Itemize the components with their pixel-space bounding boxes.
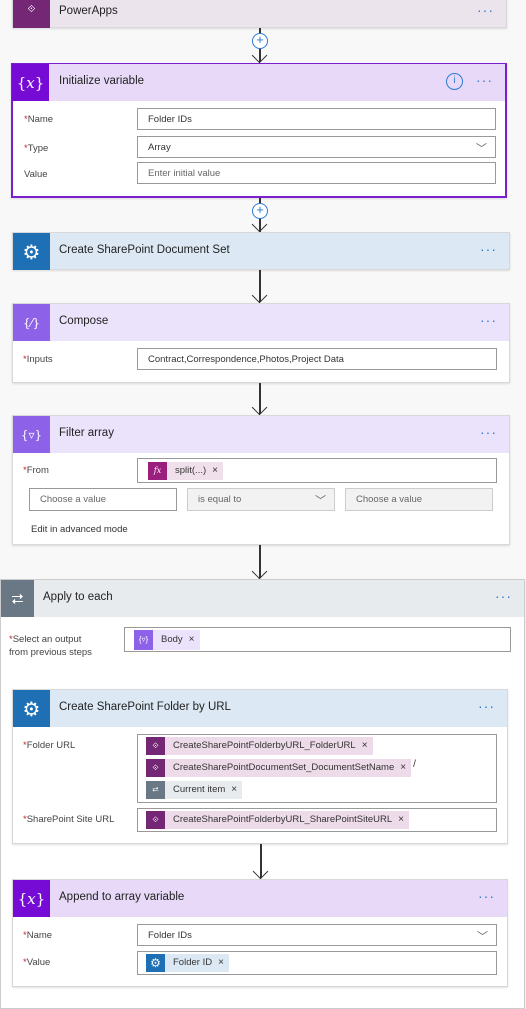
insert-step-button[interactable]: +: [252, 33, 268, 49]
name-label: Name: [27, 114, 54, 125]
more-options-button[interactable]: ···: [480, 312, 497, 328]
more-options-button[interactable]: ···: [476, 72, 493, 88]
loop-icon: ⮂: [146, 781, 165, 799]
remove-token-icon[interactable]: ×: [189, 631, 195, 649]
right-value-input[interactable]: Choose a value: [345, 488, 493, 511]
token-site-url[interactable]: ⟐ CreateSharePointFolderbyURL_SharePointS…: [146, 811, 409, 829]
card-title: Append to array variable: [59, 891, 185, 903]
site-url-label: SharePoint Site URL: [26, 814, 115, 825]
expression-icon: fx: [148, 462, 167, 480]
compose-card[interactable]: {⁄} Compose ··· *Inputs Contract,Corresp…: [12, 303, 510, 383]
value-input[interactable]: Enter initial value: [137, 162, 496, 184]
compose-icon: {⁄}: [13, 304, 50, 341]
card-title: Create SharePoint Document Set: [59, 244, 230, 256]
name-input[interactable]: Folder IDs: [137, 108, 496, 130]
token-document-set-name[interactable]: ⟐ CreateSharePointDocumentSet_DocumentSet…: [146, 759, 412, 777]
token-folder-id[interactable]: ⚙ Folder ID ×: [146, 954, 229, 972]
remove-token-icon[interactable]: ×: [212, 462, 218, 480]
site-url-input[interactable]: ⟐ CreateSharePointFolderbyURL_SharePointS…: [137, 808, 497, 832]
variable-icon: {𝑥}: [12, 64, 49, 101]
separator-text: /: [413, 759, 416, 770]
loop-icon: ⮂: [1, 580, 34, 617]
type-dropdown[interactable]: Array ﹀: [137, 136, 496, 158]
name-dropdown[interactable]: Folder IDs ﹀: [137, 924, 497, 946]
more-options-button[interactable]: ···: [477, 2, 494, 18]
more-options-button[interactable]: ···: [478, 698, 495, 714]
value-input[interactable]: ⚙ Folder ID ×: [137, 951, 497, 975]
remove-token-icon[interactable]: ×: [362, 737, 368, 755]
more-options-button[interactable]: ···: [480, 241, 497, 257]
powerapps-icon: ⟐: [146, 811, 165, 829]
left-value-input[interactable]: Choose a value: [29, 488, 177, 511]
name-label: Name: [26, 930, 53, 941]
filter-icon: {▿}: [134, 630, 153, 650]
remove-token-icon[interactable]: ×: [398, 811, 404, 829]
inputs-label: Inputs: [26, 354, 53, 365]
apply-to-each-card[interactable]: ⮂ Apply to each ··· *Select an output fro…: [0, 579, 525, 1009]
edit-advanced-mode-link[interactable]: Edit in advanced mode: [31, 524, 128, 535]
more-options-button[interactable]: ···: [495, 588, 512, 604]
more-options-button[interactable]: ···: [480, 424, 497, 440]
filter-icon: {▿}: [13, 416, 50, 453]
powerapps-icon: ⟐: [146, 759, 165, 777]
value-label: Value: [26, 957, 51, 968]
powerapps-icon: ⟐: [146, 737, 165, 755]
more-options-button[interactable]: ···: [478, 888, 495, 904]
from-label: From: [26, 465, 49, 476]
gear-icon: ⚙: [13, 233, 50, 270]
create-document-set-card[interactable]: ⚙ Create SharePoint Document Set ···: [12, 232, 510, 270]
inputs-field[interactable]: Contract,Correspondence,Photos,Project D…: [137, 348, 497, 370]
token-body[interactable]: {▿} Body ×: [134, 630, 200, 650]
folder-url-input[interactable]: ⟐ CreateSharePointFolderbyURL_FolderURL × …: [137, 734, 497, 803]
remove-token-icon[interactable]: ×: [231, 781, 237, 799]
operator-dropdown[interactable]: is equal to ﹀: [187, 488, 335, 511]
select-output-label: Select an output: [12, 634, 82, 645]
card-title: Filter array: [59, 427, 114, 439]
info-icon[interactable]: i: [446, 73, 463, 90]
powerapps-trigger-card[interactable]: ⟐ PowerApps ···: [12, 0, 507, 28]
card-title: PowerApps: [59, 5, 118, 17]
create-folder-card[interactable]: ⚙ Create SharePoint Folder by URL ··· *F…: [12, 689, 508, 844]
card-title: Compose: [59, 315, 109, 327]
value-label: Value: [24, 169, 48, 180]
token-split[interactable]: fx split(...) ×: [148, 462, 223, 480]
gear-icon: ⚙: [13, 690, 50, 727]
append-to-array-card[interactable]: {𝑥} Append to array variable ··· *Name F…: [12, 879, 508, 987]
initialize-variable-card[interactable]: {𝑥} Initialize variable i ··· *Name Fold…: [11, 63, 507, 198]
card-title: Apply to each: [43, 591, 113, 603]
token-folder-url[interactable]: ⟐ CreateSharePointFolderbyURL_FolderURL ×: [146, 737, 373, 755]
type-label: Type: [27, 143, 49, 154]
remove-token-icon[interactable]: ×: [218, 954, 224, 972]
from-input[interactable]: fx split(...) ×: [137, 458, 497, 483]
remove-token-icon[interactable]: ×: [400, 759, 406, 777]
select-output-input[interactable]: {▿} Body ×: [124, 627, 511, 652]
chevron-down-icon: ﹀: [476, 143, 487, 155]
chevron-down-icon: ﹀: [477, 931, 488, 943]
token-current-item[interactable]: ⮂ Current item ×: [146, 781, 243, 799]
folder-url-label: Folder URL: [26, 740, 76, 751]
card-title: Create SharePoint Folder by URL: [59, 701, 231, 713]
card-title: Initialize variable: [59, 75, 145, 87]
filter-array-card[interactable]: {▿} Filter array ··· *From fx split(...) ×…: [12, 415, 510, 545]
variable-icon: {𝑥}: [13, 880, 50, 917]
gear-icon: ⚙: [146, 954, 165, 972]
chevron-down-icon: ﹀: [315, 495, 326, 507]
powerapps-icon: ⟐: [13, 0, 50, 28]
